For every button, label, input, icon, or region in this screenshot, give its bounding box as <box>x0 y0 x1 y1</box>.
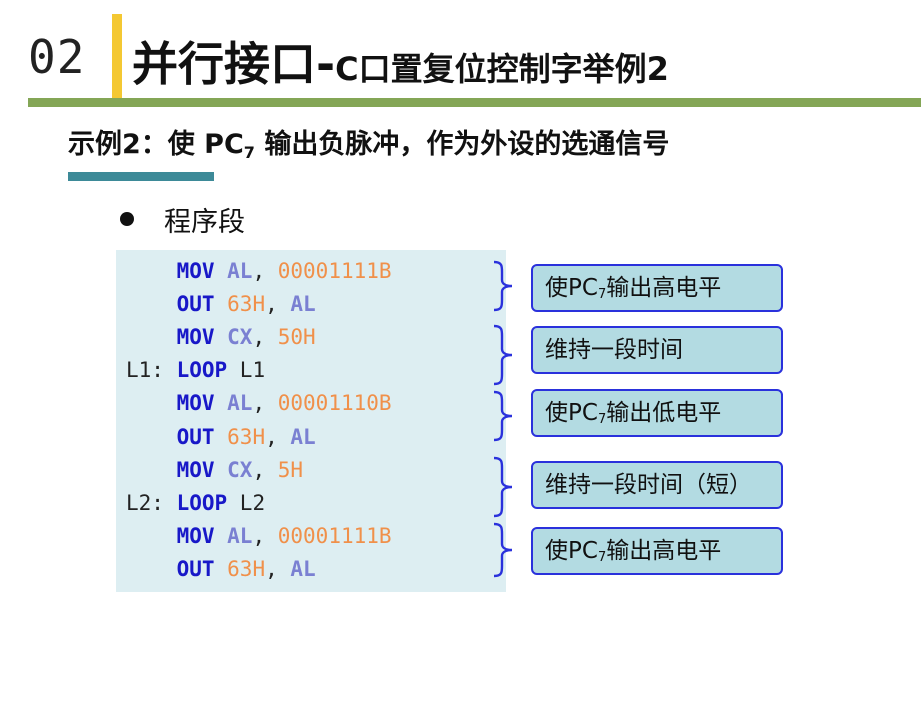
code-opcode: MOV <box>176 457 228 482</box>
page-title: 并行接口-C口置复位控制字举例2 <box>132 28 669 94</box>
code-operand: 63H <box>227 556 266 581</box>
annotation-box: 维持一段时间 <box>531 326 783 374</box>
code-label <box>126 425 177 449</box>
code-line: OUT 63H, AL <box>126 421 316 454</box>
annotation-subscript: 7 <box>597 550 607 565</box>
code-label <box>126 325 177 349</box>
code-label <box>126 458 177 482</box>
code-operand: AL <box>227 523 253 548</box>
code-opcode: MOV <box>176 391 228 416</box>
example-heading: 示例2：使 PC7 输出负脉冲，作为外设的选通信号 <box>68 122 669 162</box>
code-opcode: OUT <box>176 556 228 581</box>
code-label <box>126 259 177 283</box>
code-operand: AL <box>227 391 253 416</box>
code-operand: 50H <box>277 325 316 350</box>
code-operand: , <box>265 292 291 317</box>
code-operand: , <box>252 325 278 350</box>
curly-brace-icon <box>493 324 513 386</box>
code-opcode: OUT <box>176 424 228 449</box>
annotation-box: 维持一段时间（短） <box>531 461 783 509</box>
code-label <box>126 557 177 581</box>
code-label: L1: <box>126 358 177 383</box>
code-opcode: LOOP <box>176 358 240 383</box>
code-operand: AL <box>290 292 316 317</box>
annotation-box: 使PC7输出高电平 <box>531 264 783 312</box>
section-number: 02 <box>28 30 86 84</box>
code-opcode: LOOP <box>176 490 240 515</box>
code-operand: 63H <box>227 292 266 317</box>
annotation-box: 使PC7输出低电平 <box>531 389 783 437</box>
example-subscript: 7 <box>243 143 255 162</box>
code-panel: MOV AL, 00001111B OUT 63H, AL MOV CX, 50… <box>116 250 506 592</box>
code-operand: L2 <box>239 490 266 515</box>
annotation-text: 维持一段时间（短） <box>545 472 752 498</box>
code-line: L2: LOOP L2 <box>126 487 265 520</box>
code-operand: , <box>252 457 278 482</box>
example-prefix: 示例2：使 PC <box>68 129 244 160</box>
code-opcode: MOV <box>176 523 228 548</box>
code-line: MOV AL, 00001111B <box>126 255 392 288</box>
bullet-label: 程序段 <box>164 207 245 238</box>
example-suffix: 输出负脉冲，作为外设的选通信号 <box>254 129 670 160</box>
code-opcode: MOV <box>176 259 228 283</box>
code-operand: , <box>265 424 291 449</box>
code-operand: , <box>265 556 291 581</box>
annotation-box: 使PC7输出高电平 <box>531 527 783 575</box>
code-operand: CX <box>227 457 253 482</box>
annotation-text: 使PC <box>545 538 598 564</box>
code-operand: , <box>252 391 278 416</box>
example-underline <box>68 172 214 181</box>
annotation-text: 使PC <box>545 400 598 426</box>
curly-brace-icon <box>493 390 513 442</box>
code-label <box>126 292 177 316</box>
code-operand: 00001111B <box>277 523 392 548</box>
annotation-text-after: 输出高电平 <box>606 275 722 301</box>
header-rule <box>28 98 921 107</box>
curly-brace-icon <box>493 522 513 578</box>
code-label: L2: <box>126 490 177 515</box>
code-operand: AL <box>290 424 316 449</box>
bullet-dot <box>120 212 134 226</box>
curly-brace-icon <box>493 260 513 312</box>
annotation-text: 使PC <box>545 275 598 301</box>
annotation-text-after: 输出低电平 <box>606 400 722 426</box>
code-opcode: OUT <box>176 292 228 317</box>
code-line: MOV CX, 5H <box>126 454 303 487</box>
annotation-text: 维持一段时间 <box>545 337 683 363</box>
code-operand: 00001111B <box>277 259 392 283</box>
title-accent-bar <box>112 14 122 98</box>
code-label <box>126 391 177 415</box>
curly-brace-icon <box>493 456 513 518</box>
code-line: OUT 63H, AL <box>126 553 316 586</box>
annotation-subscript: 7 <box>597 412 607 427</box>
code-operand: CX <box>227 325 253 350</box>
code-label <box>126 524 177 548</box>
code-operand: AL <box>227 259 253 283</box>
code-operand: 5H <box>277 457 304 482</box>
code-line: MOV CX, 50H <box>126 321 316 354</box>
title-main: 并行接口- <box>132 37 336 91</box>
title-sub: C口置复位控制字举例2 <box>335 50 669 88</box>
code-operand: L1 <box>239 358 266 383</box>
annotation-text-after: 输出高电平 <box>606 538 722 564</box>
code-operand: , <box>252 523 278 548</box>
code-operand: 00001110B <box>277 391 392 416</box>
code-operand: 63H <box>227 424 266 449</box>
code-line: OUT 63H, AL <box>126 288 316 321</box>
code-line: MOV AL, 00001111B <box>126 520 392 553</box>
code-opcode: MOV <box>176 325 228 350</box>
code-line: L1: LOOP L1 <box>126 354 265 387</box>
code-operand: , <box>252 259 278 283</box>
code-line: MOV AL, 00001110B <box>126 387 392 420</box>
code-operand: AL <box>290 556 316 581</box>
annotation-subscript: 7 <box>597 287 607 302</box>
